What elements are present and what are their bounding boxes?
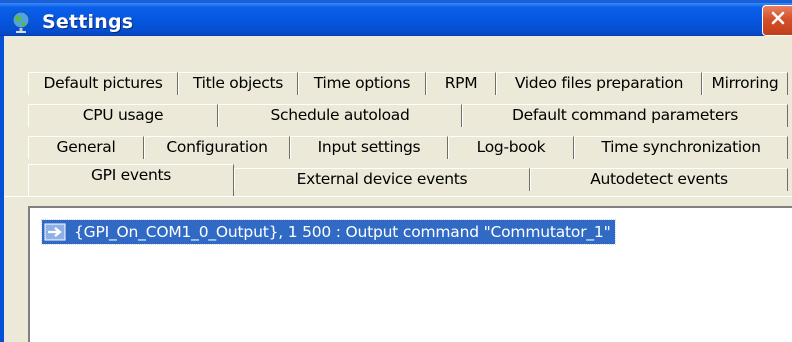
- tab-title-objects[interactable]: Title objects: [178, 72, 298, 95]
- tab-time-synchronization[interactable]: Time synchronization: [574, 136, 788, 159]
- globe-icon: [9, 10, 33, 34]
- close-icon: [769, 9, 787, 32]
- tab-log-book[interactable]: Log-book: [448, 136, 574, 159]
- list-item[interactable]: {GPI_On_COM1_0_Output}, 1 500 : Output c…: [41, 219, 616, 245]
- tab-cpu-usage[interactable]: CPU usage: [28, 104, 218, 127]
- tab-autodetect-events[interactable]: Autodetect events: [530, 168, 788, 191]
- window-title: Settings: [42, 11, 134, 33]
- tab-external-device-events[interactable]: External device events: [234, 168, 530, 191]
- tab-configuration[interactable]: Configuration: [144, 136, 290, 159]
- tab-input-settings[interactable]: Input settings: [290, 136, 448, 159]
- event-text: {GPI_On_COM1_0_Output}, 1 500 : Output c…: [74, 223, 611, 241]
- tab-general[interactable]: General: [28, 136, 144, 159]
- tab-rpm[interactable]: RPM: [426, 72, 496, 95]
- tab-default-command-parameters[interactable]: Default command parameters: [462, 104, 788, 127]
- tab-schedule-autoload[interactable]: Schedule autoload: [218, 104, 462, 127]
- close-button[interactable]: [762, 5, 792, 36]
- tab-video-files-preparation[interactable]: Video files preparation: [496, 72, 702, 95]
- title-bar[interactable]: Settings: [0, 0, 792, 36]
- tab-default-pictures[interactable]: Default pictures: [28, 72, 178, 95]
- events-list[interactable]: {GPI_On_COM1_0_Output}, 1 500 : Output c…: [28, 206, 792, 342]
- tab-time-options[interactable]: Time options: [298, 72, 426, 95]
- arrow-right-icon: [42, 222, 68, 242]
- tab-mirroring[interactable]: Mirroring: [702, 72, 788, 95]
- tab-gpi-events[interactable]: GPI events: [28, 164, 234, 196]
